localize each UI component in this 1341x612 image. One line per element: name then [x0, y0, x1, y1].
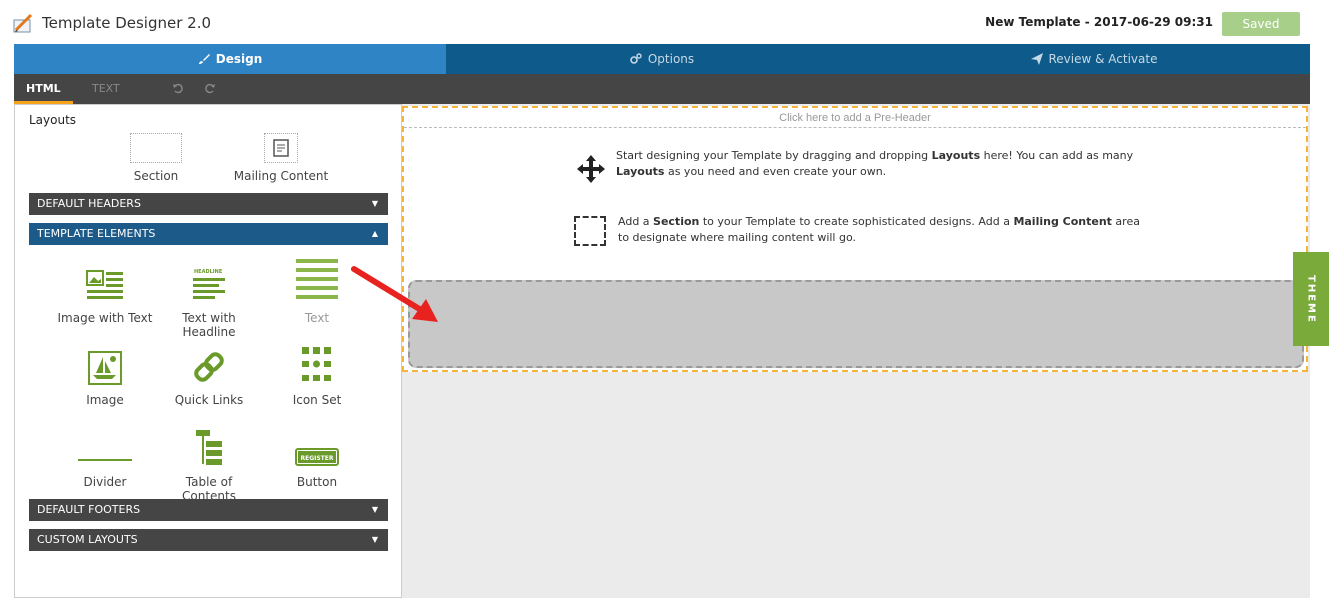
- redo-icon[interactable]: [204, 82, 216, 94]
- register-tiny-text: REGISTER: [300, 455, 333, 462]
- theme-side-tab[interactable]: THEME: [1293, 252, 1329, 346]
- red-arrow-annotation: [351, 266, 438, 322]
- section-icon: [130, 133, 182, 163]
- gears-icon: [630, 53, 642, 64]
- element-divider[interactable]: Divider: [53, 419, 157, 489]
- element-label: Quick Links: [174, 393, 244, 407]
- design-canvas: Click here to add a Pre-Header Start des…: [402, 104, 1310, 598]
- tab-label: Review & Activate: [1048, 52, 1158, 66]
- element-icon-set[interactable]: Icon Set: [265, 337, 369, 407]
- brush-icon: [198, 54, 210, 64]
- pencil-paper-icon: [13, 13, 33, 33]
- saved-button[interactable]: Saved: [1222, 12, 1300, 36]
- element-table-of-contents[interactable]: Table of Contents: [157, 419, 261, 503]
- accordion-label: DEFAULT HEADERS: [37, 197, 141, 210]
- layout-label: Mailing Content: [233, 169, 329, 183]
- element-label: Icon Set: [292, 393, 342, 407]
- element-image[interactable]: Image: [53, 337, 157, 407]
- layouts-sidebar: Layouts Section Mailing Content DEFAULT …: [14, 104, 402, 598]
- text-tab[interactable]: TEXT: [80, 74, 132, 104]
- layout-section[interactable]: Section: [111, 133, 201, 183]
- image-with-text-icon: [53, 255, 157, 303]
- caret-down-icon: ▼: [371, 505, 378, 514]
- tab-label: Design: [215, 52, 263, 66]
- caret-up-icon: ▲: [371, 229, 378, 238]
- headline-tiny-text: HEADLINE: [194, 269, 223, 275]
- mailing-content-icon: [264, 133, 298, 163]
- layout-drop-target[interactable]: [408, 280, 1304, 368]
- template-drop-zone[interactable]: Click here to add a Pre-Header Start des…: [402, 106, 1308, 372]
- element-label: Image: [86, 393, 124, 407]
- accordion-template-elements[interactable]: TEMPLATE ELEMENTS ▲: [29, 223, 388, 245]
- text-with-headline-icon: HEADLINE: [157, 255, 261, 303]
- dashed-section-icon: [574, 216, 606, 246]
- element-quick-links[interactable]: Quick Links: [157, 337, 261, 407]
- accordion-custom-layouts[interactable]: CUSTOM LAYOUTS ▼: [29, 529, 388, 551]
- tab-design[interactable]: Design: [14, 44, 446, 74]
- preheader-placeholder[interactable]: Click here to add a Pre-Header: [404, 108, 1306, 128]
- move-arrows-icon: [577, 155, 605, 183]
- undo-icon[interactable]: [172, 82, 184, 94]
- accordion-label: DEFAULT FOOTERS: [37, 503, 141, 516]
- html-tab[interactable]: HTML: [14, 74, 73, 104]
- accordion-default-footers[interactable]: DEFAULT FOOTERS ▼: [29, 499, 388, 521]
- main-tabs: Design Options Review & Activate: [14, 44, 1310, 74]
- element-button[interactable]: REGISTER Button: [265, 419, 369, 489]
- layouts-hint: Start designing your Template by draggin…: [616, 149, 1134, 178]
- app-title: Template Designer 2.0: [42, 14, 212, 32]
- accordion-default-headers[interactable]: DEFAULT HEADERS ▼: [29, 193, 388, 215]
- accordion-label: TEMPLATE ELEMENTS: [37, 227, 156, 240]
- element-image-with-text[interactable]: Image with Text: [53, 255, 157, 325]
- element-label: Image with Text: [57, 311, 153, 325]
- caret-down-icon: ▼: [371, 199, 378, 208]
- table-of-contents-icon: [157, 419, 261, 467]
- document-title[interactable]: New Template - 2017-06-29 09:31: [985, 15, 1213, 29]
- element-label: Divider: [83, 475, 127, 489]
- paper-plane-icon: [1030, 53, 1043, 65]
- layouts-heading: Layouts: [29, 113, 77, 127]
- tab-review-activate[interactable]: Review & Activate: [878, 44, 1310, 74]
- accordion-label: CUSTOM LAYOUTS: [37, 533, 138, 546]
- link-icon: [157, 337, 261, 385]
- title-bar: Template Designer 2.0 New Template - 201…: [0, 0, 1341, 44]
- register-button-icon: REGISTER: [265, 419, 369, 467]
- tab-options[interactable]: Options: [446, 44, 878, 74]
- element-label: Text with Headline: [182, 311, 236, 339]
- section-hint: Add a Section to your Template to create…: [618, 215, 1140, 244]
- element-label: Button: [296, 475, 338, 489]
- icon-set-icon: [265, 337, 369, 385]
- element-text-with-headline[interactable]: HEADLINE Text with Headline: [157, 255, 261, 339]
- layout-label: Section: [133, 169, 179, 183]
- editor-toolbar: HTML TEXT: [14, 74, 1310, 104]
- divider-icon: [53, 419, 157, 467]
- theme-label: THEME: [1305, 274, 1317, 324]
- tab-label: Options: [647, 52, 695, 66]
- layout-mailing-content[interactable]: Mailing Content: [221, 133, 341, 183]
- caret-down-icon: ▼: [371, 535, 378, 544]
- image-sailboat-icon: [53, 337, 157, 385]
